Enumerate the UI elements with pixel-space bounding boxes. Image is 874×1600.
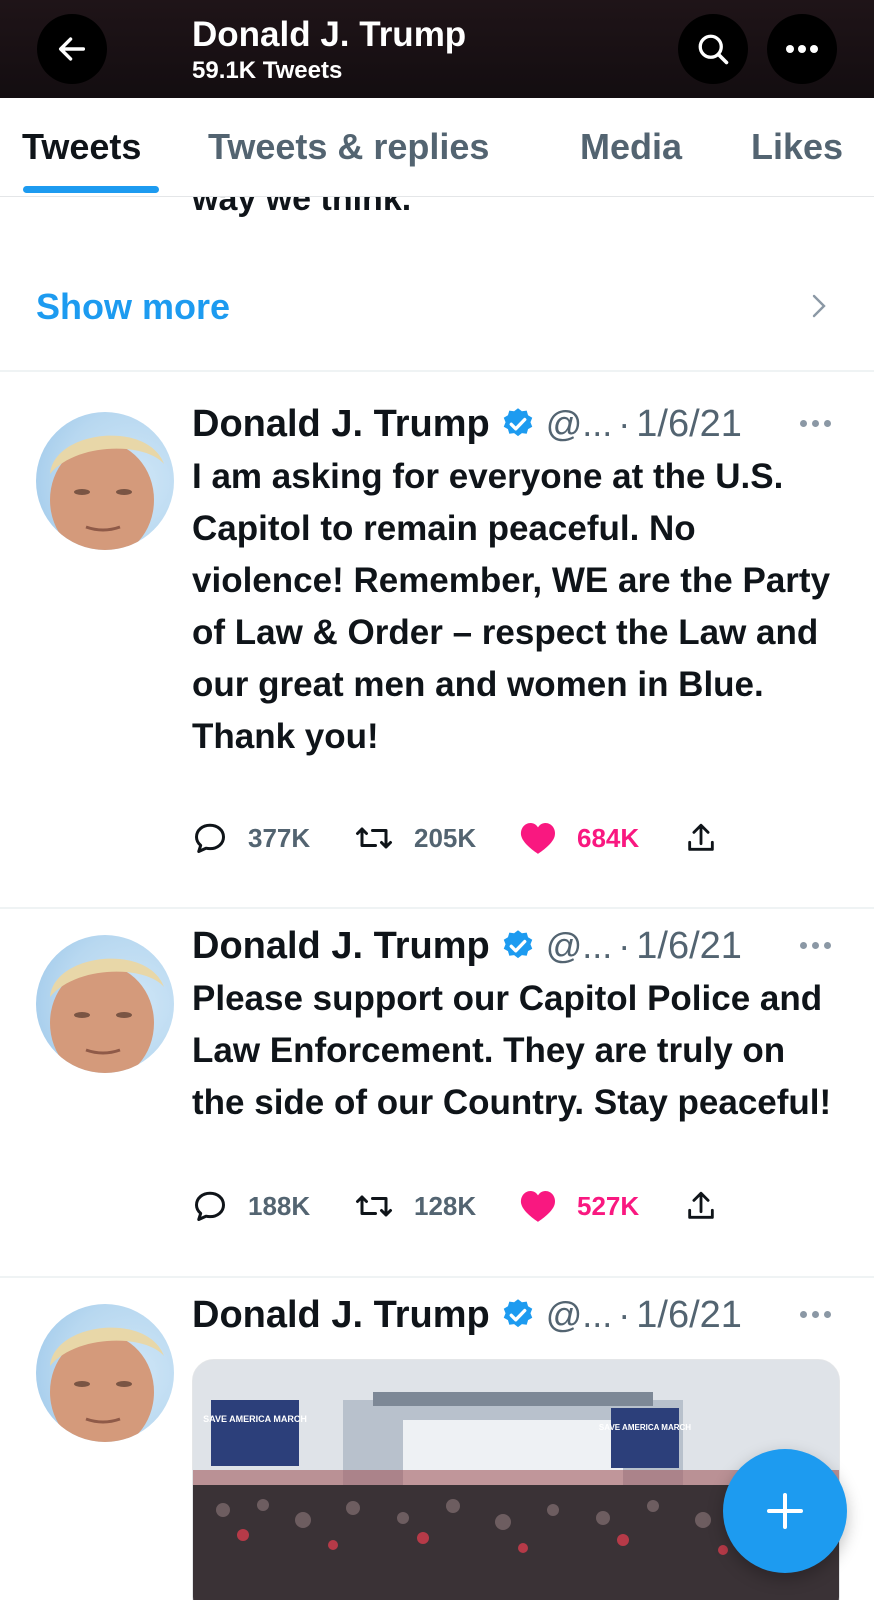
avatar[interactable] — [36, 1304, 174, 1442]
tweet-handle: @... — [545, 925, 613, 966]
retweet-button[interactable]: 128K — [354, 1186, 476, 1226]
search-button[interactable] — [678, 14, 748, 84]
tweet-header: Donald J. Trump @... · 1/6/21 — [192, 1293, 742, 1337]
share-button[interactable] — [684, 1186, 718, 1226]
reply-count: 377K — [248, 822, 311, 853]
share-icon — [688, 1191, 714, 1219]
profile-header: Donald J. Trump 59.1K Tweets — [0, 0, 874, 98]
search-icon — [698, 34, 729, 65]
tweet-date[interactable]: 1/6/21 — [636, 403, 742, 446]
more-options-button[interactable] — [767, 14, 837, 84]
profile-photo-icon — [50, 435, 164, 550]
profile-tabs: Tweets Tweets & replies Media Likes — [0, 98, 874, 197]
verified-badge-icon — [500, 1297, 536, 1333]
avatar[interactable] — [36, 412, 174, 550]
retweet-icon — [356, 827, 392, 849]
reply-icon — [195, 823, 225, 853]
profile-photo-icon — [50, 958, 164, 1073]
tweet-handle: @... — [545, 1294, 613, 1335]
tweet-text: I am asking for everyone at the U.S. Cap… — [192, 457, 831, 756]
tab-media[interactable]: Media — [580, 126, 682, 168]
like-button[interactable]: 684K — [519, 818, 639, 858]
active-tab-indicator — [23, 186, 159, 193]
tweet-actions: 377K 205K 684K — [192, 818, 752, 858]
tab-likes[interactable]: Likes — [751, 126, 843, 168]
tab-tweets-replies[interactable]: Tweets & replies — [208, 126, 489, 168]
tweet-date[interactable]: 1/6/21 — [636, 1294, 742, 1337]
divider — [0, 907, 874, 909]
like-count: 527K — [577, 1190, 640, 1221]
tweet-count: 59.1K Tweets — [192, 57, 343, 84]
back-arrow-icon — [58, 37, 86, 61]
tweet-more-icon[interactable] — [800, 420, 836, 430]
plus-icon — [767, 1493, 803, 1529]
profile-name: Donald J. Trump — [192, 15, 467, 54]
verified-badge-icon — [500, 928, 536, 964]
reply-count: 188K — [248, 1190, 311, 1221]
separator-dot: · — [618, 1294, 631, 1335]
like-button[interactable]: 527K — [519, 1186, 639, 1226]
tweet-more-icon[interactable] — [800, 1311, 836, 1321]
reply-button[interactable]: 188K — [192, 1186, 310, 1226]
tab-tweets[interactable]: Tweets — [22, 126, 141, 168]
compose-tweet-button[interactable] — [723, 1449, 847, 1573]
separator-dot: · — [618, 403, 631, 444]
profile-photo-icon — [50, 1327, 164, 1442]
show-more-row[interactable]: Show more — [0, 262, 874, 372]
share-button[interactable] — [684, 818, 718, 858]
sign-text: SAVE AMERICA MARCH — [203, 1414, 307, 1424]
retweet-icon — [356, 1195, 392, 1217]
share-icon — [688, 823, 714, 851]
divider — [0, 1276, 874, 1278]
avatar[interactable] — [36, 935, 174, 1073]
divider — [0, 370, 874, 372]
reply-icon — [195, 1191, 225, 1221]
tweet-more-icon[interactable] — [800, 942, 836, 952]
more-icon — [786, 45, 818, 53]
back-button[interactable] — [37, 14, 107, 84]
reply-button[interactable]: 377K — [192, 818, 310, 858]
retweet-button[interactable]: 205K — [354, 818, 476, 858]
retweet-count: 128K — [414, 1190, 477, 1221]
tweet-actions: 188K 128K 527K — [192, 1186, 752, 1226]
retweet-count: 205K — [414, 822, 477, 853]
heart-filled-icon — [520, 1190, 556, 1222]
tweet-text: Please support our Capitol Police and La… — [192, 979, 832, 1122]
sign-text: SAVE AMERICA MARCH — [599, 1423, 691, 1432]
tweet-header: Donald J. Trump @... · 1/6/21 — [192, 402, 742, 446]
tweet-author-name[interactable]: Donald J. Trump — [192, 925, 490, 968]
show-more-link[interactable]: Show more — [36, 286, 230, 328]
tweet-date[interactable]: 1/6/21 — [636, 925, 742, 968]
separator-dot: · — [618, 925, 631, 966]
tweet-author-name[interactable]: Donald J. Trump — [192, 403, 490, 446]
like-count: 684K — [577, 822, 640, 853]
tweet-handle: @... — [545, 403, 613, 444]
verified-badge-icon — [500, 406, 536, 442]
chevron-right-icon — [812, 294, 826, 318]
tweet-header: Donald J. Trump @... · 1/6/21 — [192, 924, 742, 968]
heart-filled-icon — [520, 822, 556, 854]
tweet-author-name[interactable]: Donald J. Trump — [192, 1294, 490, 1337]
